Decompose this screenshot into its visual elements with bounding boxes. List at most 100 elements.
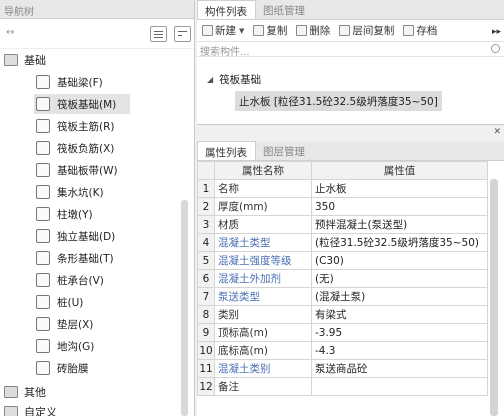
folder-icon [4,406,18,416]
table-row[interactable]: 9 顶标高(m) -3.95 [197,323,488,342]
tree-item[interactable]: 垫层(X) [36,314,176,334]
tab-drawing-management[interactable]: 图纸管理 [256,0,313,19]
delete-label: 删除 [309,25,331,37]
pin-icon[interactable]: ↔ [6,27,14,38]
tree-item[interactable]: 筏板负筋(X) [36,138,176,158]
component-list-panel: 构件列表 图纸管理 新建 ▼ 复制 删除 层间复制 存档 ▸▸ 搜索构件... … [197,0,504,125]
component-tabbar: 构件列表 图纸管理 [197,0,504,20]
chevron-down-icon: ▼ [239,26,245,35]
property-value[interactable]: 止水板 [311,179,488,198]
delete-button[interactable]: 删除 [296,23,330,38]
row-number: 12 [197,377,215,396]
component-search-input[interactable]: 搜索构件... [197,42,504,58]
tree-item-label: 筏板基础(M) [57,98,117,111]
component-toolbar: 新建 ▼ 复制 删除 层间复制 存档 [197,20,504,42]
table-row[interactable]: 7 泵送类型 (混凝土泵) [197,287,488,306]
property-name: 厚度(mm) [214,197,312,216]
table-row[interactable]: 1 名称 止水板 [197,179,488,198]
tree-item[interactable]: 筏板基础(M) [34,94,130,114]
tab-layer-management[interactable]: 图层管理 [256,141,313,160]
delete-icon [296,25,308,36]
tree-item-label: 集水坑(K) [57,186,104,199]
property-value[interactable]: 泵送商品砼 [311,359,488,378]
property-value[interactable]: -4.3 [311,341,488,360]
new-file-icon [202,25,213,36]
grid-view-button[interactable] [174,26,191,42]
property-value[interactable]: (C30) [311,251,488,270]
list-view-button[interactable] [150,26,167,42]
close-icon[interactable]: ✕ [493,127,501,137]
property-value[interactable]: (无) [311,269,488,288]
property-name: 类别 [214,305,312,324]
property-name: 顶标高(m) [214,323,312,342]
copy-label: 复制 [266,25,288,37]
more-icon[interactable]: ▸▸ [492,27,501,37]
tree-category-custom[interactable]: 自定义 [0,402,180,416]
pile-icon [36,295,50,309]
tree-item[interactable]: 基础梁(F) [36,72,176,92]
property-list-panel: 属性列表 图层管理 属性名称 属性值 1 名称 止水板 2 厚度(mm) 350 3 材质 预拌… [197,141,504,416]
property-value[interactable]: 350 [311,197,488,216]
tree-item-label: 独立基础(D) [57,230,116,243]
tree-item[interactable]: 集水坑(K) [36,182,176,202]
table-row[interactable]: 10 底标高(m) -4.3 [197,341,488,360]
table-row[interactable]: 2 厚度(mm) 350 [197,197,488,216]
tree-item[interactable]: 砖胎膜 [36,358,176,378]
table-row[interactable]: 4 混凝土类型 (粒径31.5砼32.5级坍落度35~50) [197,233,488,252]
expand-triangle-icon[interactable]: ◢ [207,75,213,84]
property-value[interactable]: 有梁式 [311,305,488,324]
tree-item-label: 条形基础(T) [57,252,114,265]
table-row[interactable]: 3 材质 预拌混凝土(泵送型) [197,215,488,234]
tree-item[interactable]: 筏板主筋(R) [36,116,176,136]
tab-component-list[interactable]: 构件列表 [197,0,256,19]
table-row[interactable]: 12 备注 [197,377,488,396]
component-group[interactable]: ◢ 筏板基础 [207,72,261,87]
table-row[interactable]: 8 类别 有梁式 [197,305,488,324]
table-row[interactable]: 6 混凝土外加剂 (无) [197,269,488,288]
navigation-tree-panel: 导航树 ↔ 基础 基础梁(F) 筏板基础(M) 筏板主筋(R) 筏板负筋(X) 基础板带… [0,0,195,416]
tree-item-label: 筏板主筋(R) [57,120,115,133]
tree-item[interactable]: 独立基础(D) [36,226,176,246]
save-icon [403,25,415,36]
property-name: 底标高(m) [214,341,312,360]
cushion-icon [36,317,50,331]
tree-item[interactable]: 柱墩(Y) [36,204,176,224]
tree-item[interactable]: 地沟(G) [36,336,176,356]
property-value[interactable]: (粒径31.5砼32.5级坍落度35~50) [311,233,488,252]
panel-splitter[interactable]: ✕ [197,126,504,141]
tree-item[interactable]: 桩(U) [36,292,176,312]
tree-item-label: 柱墩(Y) [57,208,93,221]
layer-copy-icon [339,25,351,36]
property-value[interactable]: 预拌混凝土(泵送型) [311,215,488,234]
nav-scrollbar[interactable] [181,200,188,416]
component-item-selected[interactable]: 止水板 [粒径31.5砼32.5级坍落度35~50] [235,91,442,111]
property-value[interactable]: -3.95 [311,323,488,342]
sump-pit-icon [36,185,50,199]
tree-category-foundation[interactable]: 基础 [0,50,180,70]
tree-item[interactable]: 条形基础(T) [36,248,176,268]
copy-button[interactable]: 复制 [253,23,287,38]
new-button[interactable]: 新建 ▼ [202,23,244,38]
beam-icon [36,75,50,89]
property-scrollbar[interactable] [490,179,498,416]
tab-property-list[interactable]: 属性列表 [197,141,256,160]
table-row[interactable]: 11 混凝土类别 泵送商品砼 [197,359,488,378]
tree-category-other[interactable]: 其他 [0,382,180,402]
tree-item[interactable]: 基础板带(W) [36,160,176,180]
column-header: 属性名称 [214,161,312,180]
row-number: 11 [197,359,215,378]
row-number: 2 [197,197,215,216]
search-icon[interactable] [491,44,500,53]
save-button[interactable]: 存档 [403,23,437,38]
tree-item-label: 基础梁(F) [57,76,103,89]
tree-item-label: 垫层(X) [57,318,94,331]
isolated-footing-icon [36,229,50,243]
table-row[interactable]: 5 混凝土强度等级 (C30) [197,251,488,270]
tree-item[interactable]: 桩承台(V) [36,270,176,290]
property-name: 材质 [214,215,312,234]
layer-copy-button[interactable]: 层间复制 [339,23,394,38]
property-value[interactable]: (混凝土泵) [311,287,488,306]
property-value[interactable] [311,377,488,396]
folder-icon [4,386,18,398]
property-name: 混凝土类别 [214,359,312,378]
